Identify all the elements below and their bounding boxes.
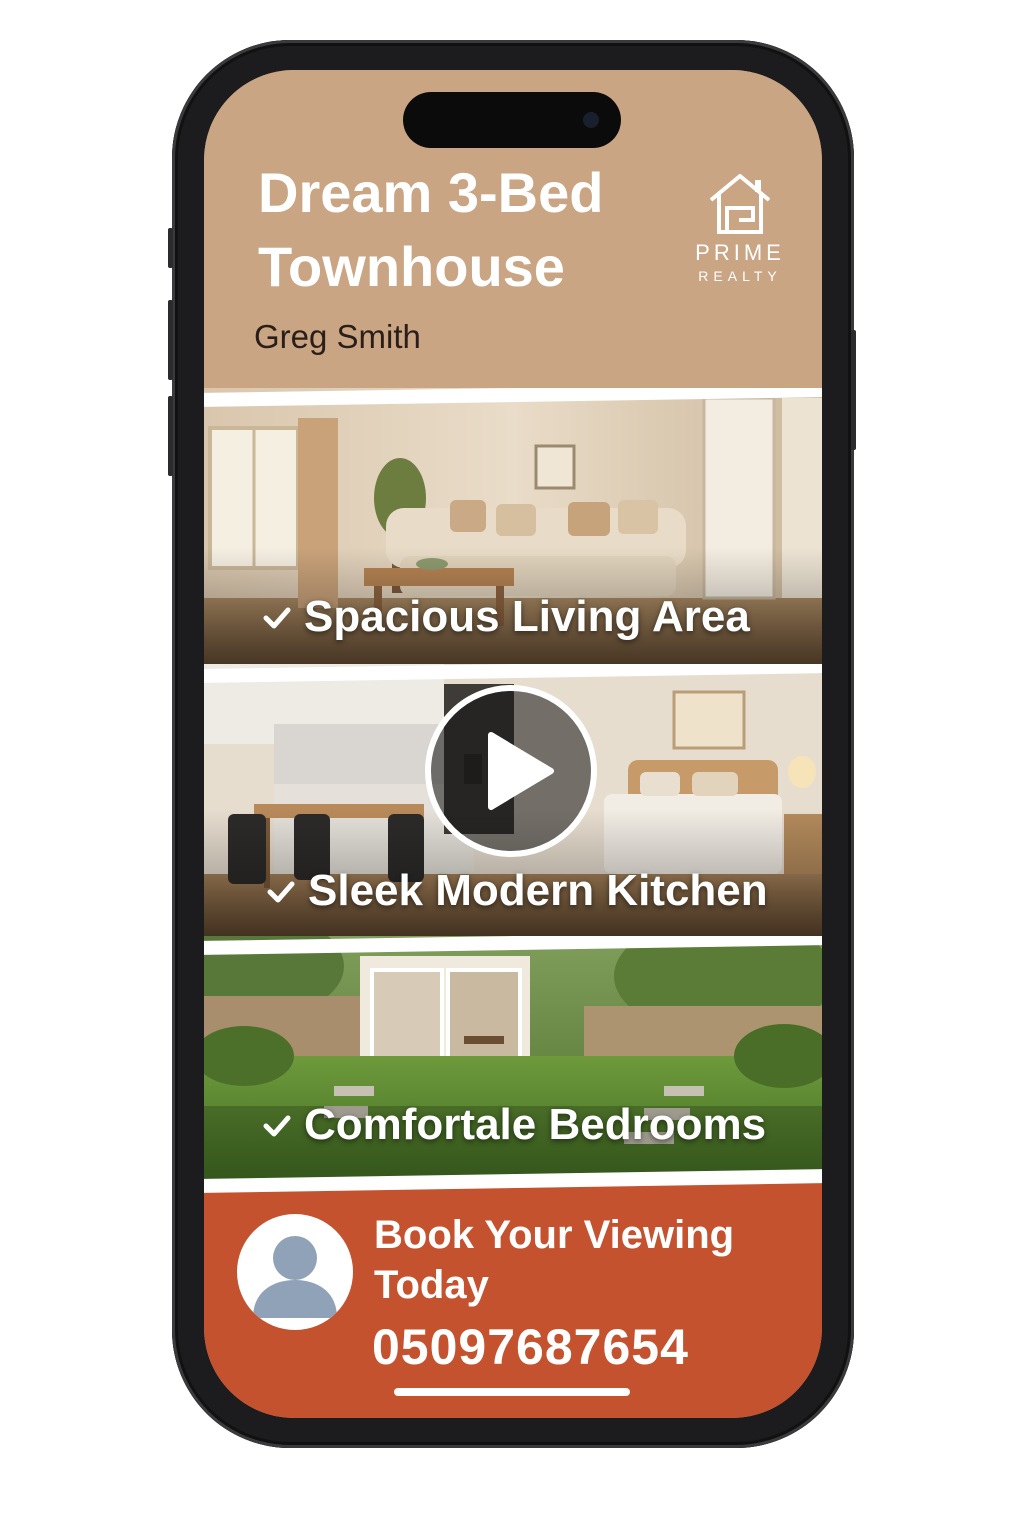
check-icon xyxy=(263,1115,291,1137)
feature-living-area: Spacious Living Area xyxy=(204,388,822,678)
play-icon xyxy=(488,732,554,810)
feature-label-living: Spacious Living Area xyxy=(260,592,750,642)
cta-text: Book Your Viewing Today xyxy=(374,1213,735,1307)
phone-screen: Dream 3-Bed Townhouse Greg Smith PRIME R… xyxy=(204,70,822,1418)
house-icon xyxy=(709,174,771,234)
person-icon xyxy=(253,1236,337,1318)
volume-up-button xyxy=(168,300,173,380)
booking-cta[interactable]: Book Your Viewing Today 05097687654 xyxy=(204,1168,822,1418)
feature-text: Comfortale Bedrooms xyxy=(304,1100,767,1149)
phone-number-link[interactable]: 05097687654 xyxy=(372,1318,689,1376)
check-icon xyxy=(263,607,291,629)
logo-line1: PRIME xyxy=(695,240,785,265)
check-icon xyxy=(267,881,295,903)
power-button xyxy=(851,330,856,450)
feature-bedrooms: Comfortale Bedrooms xyxy=(204,936,822,1186)
prime-realty-logo: PRIME REALTY xyxy=(680,170,800,284)
dynamic-island xyxy=(403,92,621,148)
page-title: Dream 3-Bed Townhouse xyxy=(258,161,604,298)
play-video-button[interactable] xyxy=(425,685,597,857)
agent-avatar xyxy=(237,1214,353,1330)
feature-text: Sleek Modern Kitchen xyxy=(308,866,768,915)
camera-icon xyxy=(583,112,599,128)
logo-line2: REALTY xyxy=(698,268,782,284)
feature-label-kitchen: Sleek Modern Kitchen xyxy=(264,866,768,916)
home-indicator[interactable] xyxy=(394,1388,630,1396)
volume-down-button xyxy=(168,396,173,476)
feature-text: Spacious Living Area xyxy=(304,592,750,641)
mute-switch xyxy=(168,228,173,268)
feature-label-bedrooms: Comfortale Bedrooms xyxy=(260,1100,766,1150)
stage: Dream 3-Bed Townhouse Greg Smith PRIME R… xyxy=(0,0,1024,1536)
agent-name: Greg Smith xyxy=(254,318,421,355)
